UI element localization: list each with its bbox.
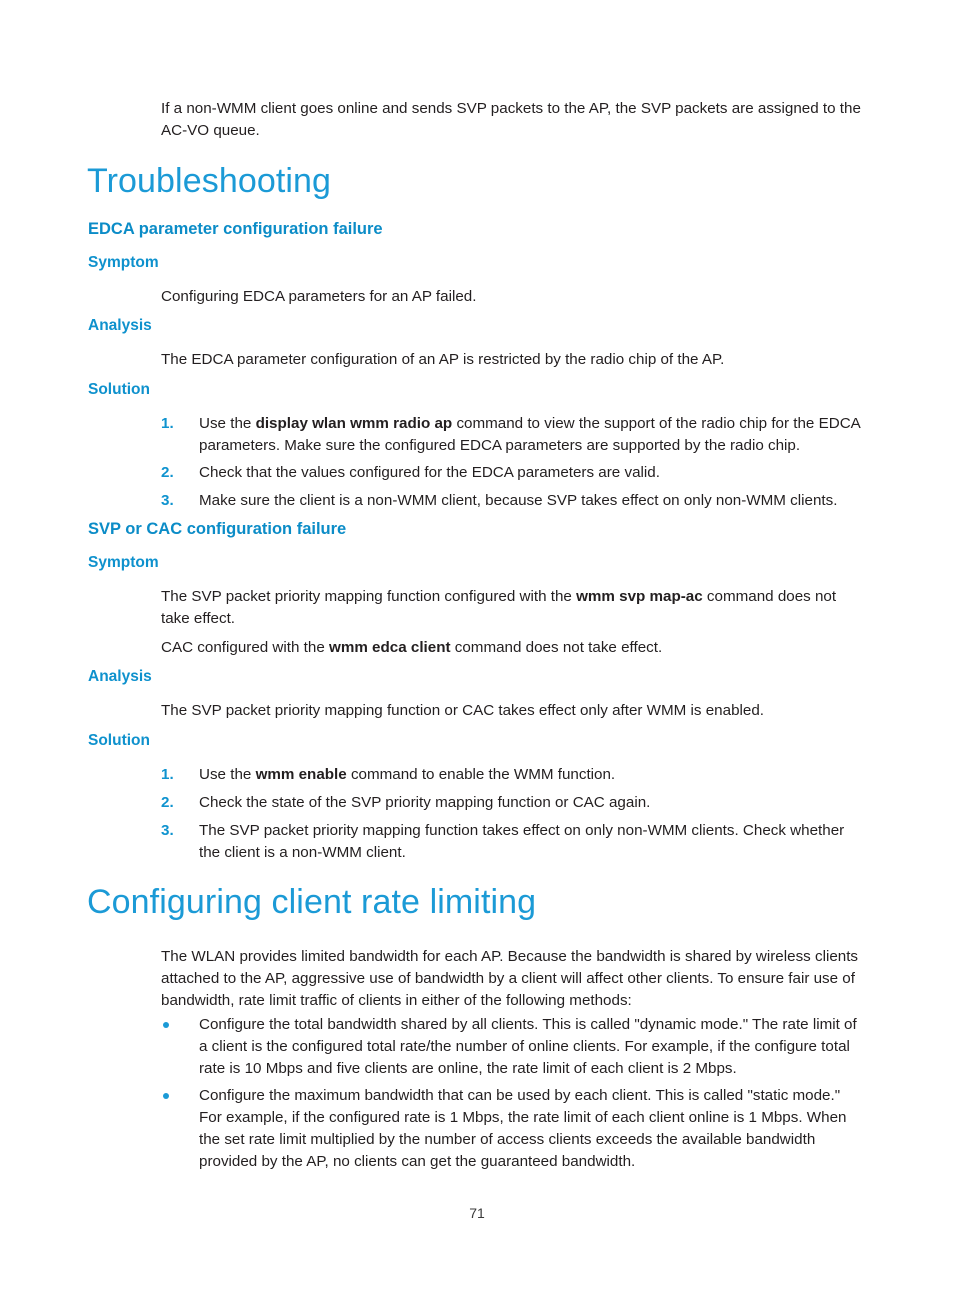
list-item-text: Configure the maximum bandwidth that can… xyxy=(199,1087,847,1171)
page-number: 71 xyxy=(469,1205,485,1221)
list-item-text: Configure the total bandwidth shared by … xyxy=(199,1016,857,1078)
command-name: display wlan wmm radio ap xyxy=(255,415,453,432)
step-text-pre: The SVP packet priority mapping function… xyxy=(199,822,845,862)
analysis-text-edca: The EDCA parameter configuration of an A… xyxy=(161,351,725,368)
symptom-pre: CAC configured with the xyxy=(161,639,329,656)
list-item-number: 1. xyxy=(161,766,174,783)
rate-limiting-intro: The WLAN provides limited bandwidth for … xyxy=(161,948,859,1010)
intro-paragraph: If a non-WMM client goes online and send… xyxy=(161,100,861,140)
subheading-symptom-edca: Symptom xyxy=(88,254,159,271)
analysis-text-svp: The SVP packet priority mapping function… xyxy=(161,702,764,719)
symptom-text-edca: Configuring EDCA parameters for an AP fa… xyxy=(161,288,477,305)
subheading-solution-edca: Solution xyxy=(88,381,150,398)
step-text-pre: Check the state of the SVP priority mapp… xyxy=(199,794,651,811)
symptom-text-svp-1: The SVP packet priority mapping function… xyxy=(161,586,865,630)
list-item: Configure the total bandwidth shared by … xyxy=(161,1014,865,1080)
list-item: 1. Use the display wlan wmm radio ap com… xyxy=(161,413,865,457)
step-text-pre: Use the xyxy=(199,766,256,783)
step-text-post: command to enable the WMM function. xyxy=(346,766,616,783)
page-title-troubleshooting: Troubleshooting xyxy=(87,162,332,200)
step-text-pre: Use the xyxy=(199,415,256,432)
list-item-text: Use the display wlan wmm radio ap comman… xyxy=(199,413,865,457)
list-item-number: 3. xyxy=(161,492,174,509)
command-name: wmm edca client xyxy=(329,639,451,656)
symptom-post: command does not take effect. xyxy=(450,639,663,656)
symptom-text-svp-2: CAC configured with the wmm edca client … xyxy=(161,637,865,659)
list-item-number: 1. xyxy=(161,415,174,432)
bullet-icon xyxy=(163,1022,169,1028)
subheading-symptom-svp: Symptom xyxy=(88,554,159,571)
symptom-pre: The SVP packet priority mapping function… xyxy=(161,588,577,605)
list-item: 2. Check the state of the SVP priority m… xyxy=(161,792,865,814)
list-item-number: 3. xyxy=(161,822,174,839)
list-item-text: Check the state of the SVP priority mapp… xyxy=(199,792,865,814)
list-item-text: The SVP packet priority mapping function… xyxy=(199,820,865,864)
list-item: 1. Use the wmm enable command to enable … xyxy=(161,764,865,786)
subheading-analysis-svp: Analysis xyxy=(88,668,152,685)
bullet-icon xyxy=(163,1093,169,1099)
list-item: 3. The SVP packet priority mapping funct… xyxy=(161,820,865,864)
list-item: 2. Check that the values configured for … xyxy=(161,462,865,484)
list-item-number: 2. xyxy=(161,794,174,811)
list-item-number: 2. xyxy=(161,464,174,481)
section-heading-edca-failure: EDCA parameter configuration failure xyxy=(88,220,383,238)
list-item-text: Make sure the client is a non-WMM client… xyxy=(199,490,865,512)
command-name: wmm enable xyxy=(255,766,347,783)
list-item-text: Use the wmm enable command to enable the… xyxy=(199,764,865,786)
page-title-rate-limiting: Configuring client rate limiting xyxy=(87,883,537,921)
step-text-pre: Make sure the client is a non-WMM client… xyxy=(199,492,838,509)
step-text-pre: Check that the values configured for the… xyxy=(199,464,660,481)
subheading-analysis-edca: Analysis xyxy=(88,317,152,334)
section-heading-svp-cac-failure: SVP or CAC configuration failure xyxy=(88,520,347,538)
list-item: 3. Make sure the client is a non-WMM cli… xyxy=(161,490,865,512)
list-item-text: Check that the values configured for the… xyxy=(199,462,865,484)
list-item: Configure the maximum bandwidth that can… xyxy=(161,1085,865,1173)
command-name: wmm svp map-ac xyxy=(576,588,703,605)
subheading-solution-svp: Solution xyxy=(88,732,150,749)
document-page: If a non-WMM client goes online and send… xyxy=(0,0,954,1296)
